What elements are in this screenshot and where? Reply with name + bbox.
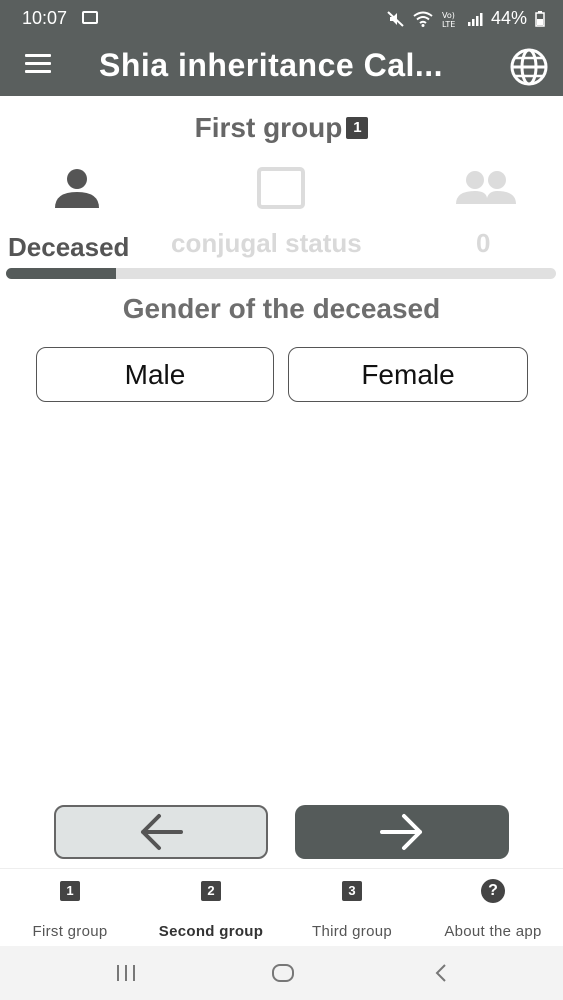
- arrow-right-icon: [380, 814, 422, 850]
- tab-first-group[interactable]: 1 First group: [0, 869, 140, 947]
- checkbox-icon: [257, 167, 305, 209]
- back-button[interactable]: [54, 805, 268, 859]
- step-label-conjugal-status: conjugal status: [171, 228, 362, 258]
- tab-label: About the app: [444, 923, 542, 940]
- system-navigation-bar: [0, 946, 563, 1000]
- menu-icon[interactable]: [25, 54, 51, 74]
- group-title: First group: [194, 112, 343, 143]
- group-badge: 1: [346, 117, 369, 139]
- svg-text:LTE: LTE: [442, 20, 455, 28]
- status-icons: Vo) LTE 44%: [387, 8, 545, 29]
- people-icon: [456, 171, 516, 204]
- volte-icon: Vo) LTE: [442, 11, 455, 28]
- group-2-icon: 2: [201, 881, 221, 901]
- step-label-heirs-count: 0: [476, 228, 491, 258]
- question-title: Gender of the deceased: [122, 293, 441, 324]
- male-button[interactable]: Male: [36, 347, 274, 402]
- progress-fill: [6, 268, 116, 279]
- status-time: 10:07: [22, 8, 68, 28]
- group-3-icon: 3: [342, 881, 362, 901]
- tab-label: First group: [32, 923, 108, 940]
- svg-text:Vo): Vo): [442, 11, 455, 20]
- progress-bar: [6, 268, 556, 279]
- tab-third-group[interactable]: 3 Third group: [282, 869, 422, 947]
- status-bar: 10:07 Vo) LTE 44%: [0, 0, 563, 34]
- person-icon: [55, 169, 99, 208]
- back-nav-icon[interactable]: [432, 962, 450, 984]
- arrow-left-icon: [141, 814, 183, 850]
- help-icon: ?: [481, 879, 505, 903]
- group-1-icon: 1: [60, 881, 80, 901]
- wifi-icon: [413, 11, 433, 27]
- battery-percent: 44%: [490, 8, 527, 28]
- battery-icon: [535, 10, 545, 27]
- signal-icon: [467, 12, 483, 26]
- recent-apps-icon[interactable]: [114, 962, 138, 984]
- next-button[interactable]: [295, 805, 509, 859]
- tab-label: Third group: [311, 923, 392, 940]
- app-title: Shia inheritance Cal...: [99, 47, 444, 83]
- image-icon: [82, 11, 98, 24]
- globe-icon[interactable]: [508, 46, 550, 88]
- tab-second-group[interactable]: 2 Second group: [141, 869, 281, 947]
- tab-label: Second group: [158, 923, 264, 940]
- app-bar: Shia inheritance Cal...: [0, 34, 563, 96]
- female-button[interactable]: Female: [288, 347, 528, 402]
- group-header: First group 1: [0, 112, 563, 144]
- home-icon[interactable]: [270, 962, 296, 984]
- step-label-deceased: Deceased: [8, 232, 130, 262]
- bottom-navigation: 1 First group 2 Second group 3 Third gro…: [0, 868, 563, 946]
- tab-about-app[interactable]: ? About the app: [423, 869, 563, 947]
- mute-icon: [387, 10, 404, 27]
